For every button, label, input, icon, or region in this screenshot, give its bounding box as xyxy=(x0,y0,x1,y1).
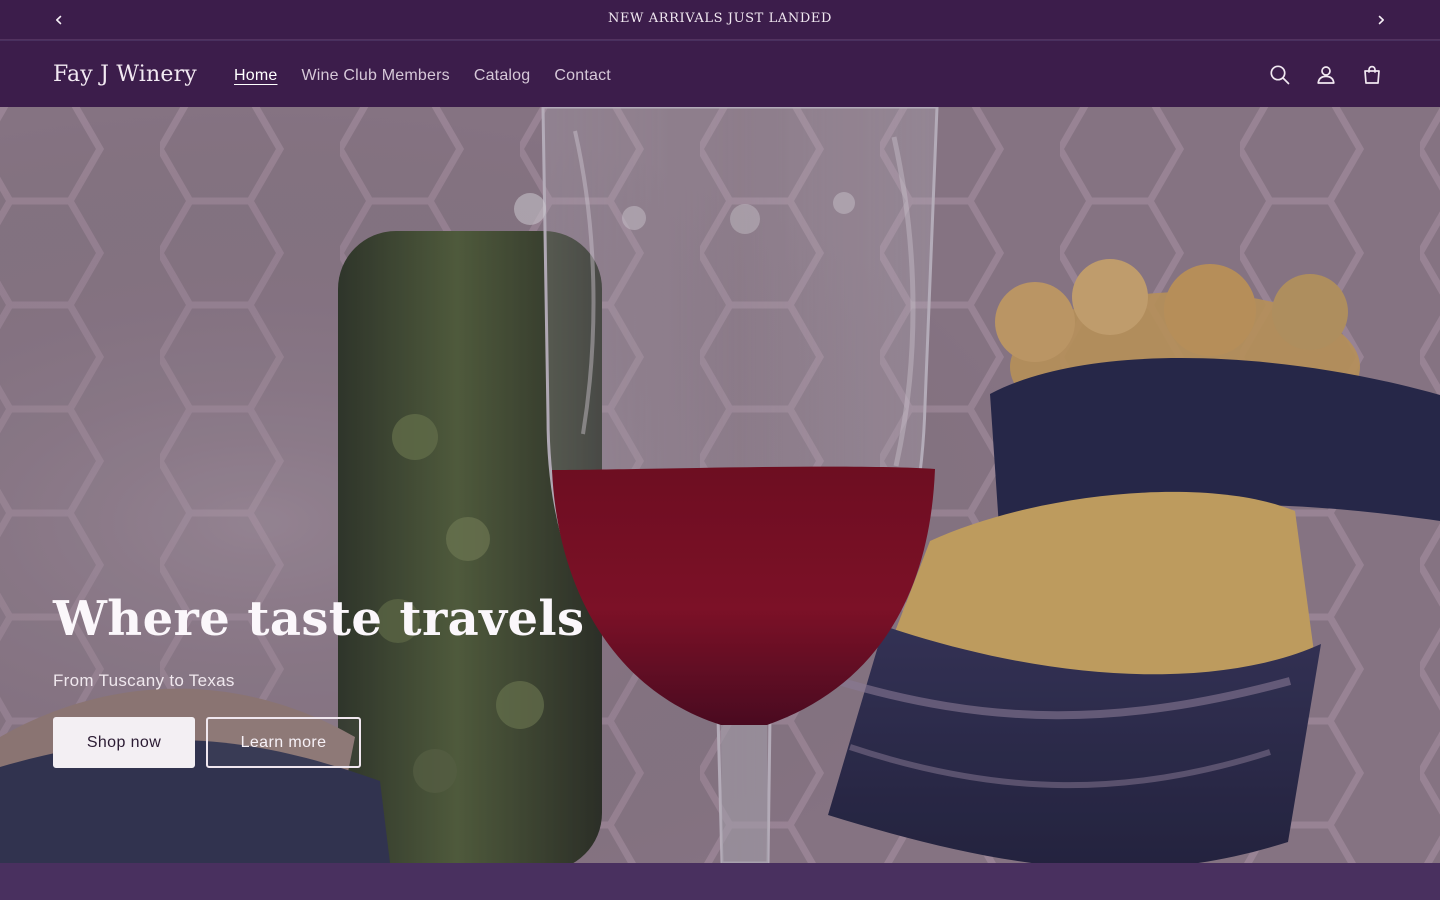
cart-icon[interactable] xyxy=(1352,55,1392,95)
chevron-right-icon[interactable] xyxy=(1370,9,1392,31)
page-bottom-band xyxy=(0,863,1440,900)
nav-link-contact[interactable]: Contact xyxy=(542,62,623,90)
account-icon-graphic xyxy=(1317,66,1335,84)
header-icons xyxy=(1260,55,1392,95)
account-icon[interactable] xyxy=(1306,55,1346,95)
main-navigation: Home Wine Club Members Catalog Contact xyxy=(222,62,623,90)
hero-content: Where taste travels From Tuscany to Texa… xyxy=(53,585,653,768)
chevron-right-icon-graphic xyxy=(1378,15,1384,25)
hero-title: Where taste travels xyxy=(53,591,585,647)
announcement-text: NEW ARRIVALS JUST LANDED xyxy=(607,11,833,26)
search-icon[interactable] xyxy=(1260,55,1300,95)
shop-now-button[interactable]: Shop now xyxy=(53,717,195,768)
cart-icon-graphic xyxy=(1364,65,1380,84)
learn-more-button[interactable]: Learn more xyxy=(206,717,361,768)
announcement-bar: NEW ARRIVALS JUST LANDED xyxy=(0,0,1440,40)
hero-subtitle: From Tuscany to Texas xyxy=(53,671,235,690)
hero-buttons: Shop now Learn more xyxy=(53,717,653,768)
hero-banner: Where taste travels From Tuscany to Texa… xyxy=(0,107,1440,863)
nav-link-catalog[interactable]: Catalog xyxy=(462,62,543,90)
nav-link-wine-club-members[interactable]: Wine Club Members xyxy=(289,62,461,90)
nav-link-home[interactable]: Home xyxy=(222,62,289,90)
site-header: Fay J Winery Home Wine Club Members Cata… xyxy=(0,41,1440,107)
logo-link[interactable]: Fay J Winery xyxy=(53,59,197,91)
search-icon-graphic xyxy=(1270,65,1290,85)
